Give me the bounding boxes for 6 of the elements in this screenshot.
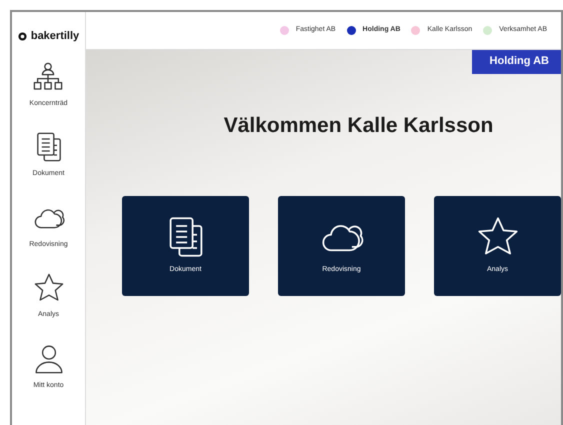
org-chart-icon [32,60,64,92]
welcome-heading: Välkommen Kalle Karlsson [224,113,494,139]
person-icon [32,342,64,374]
logo-icon [18,32,27,41]
logo-text: bakertilly [30,29,80,44]
company-label: Holding AB [472,50,561,74]
